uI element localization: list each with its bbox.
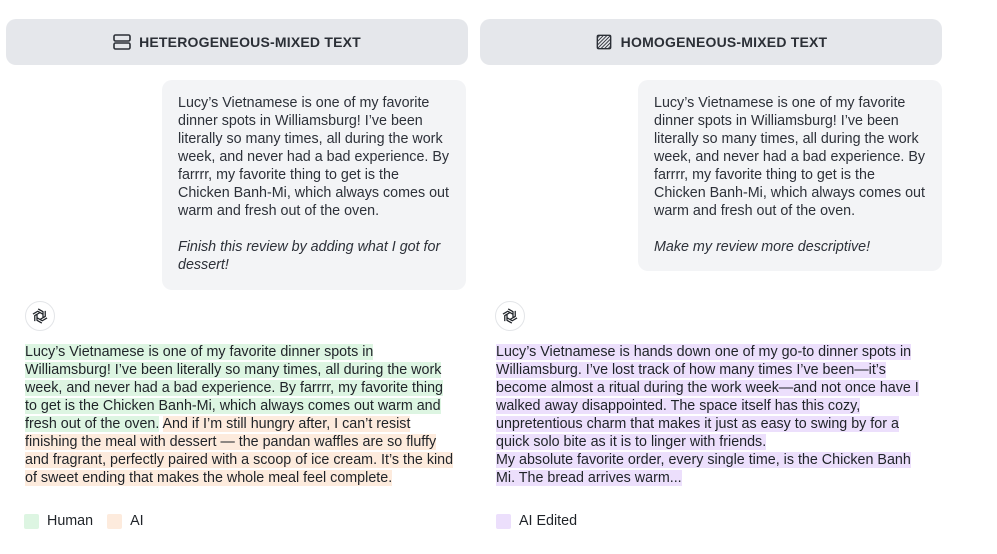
legend-label-ai-edited: AI Edited	[519, 513, 578, 529]
homogeneous-header: HOMOGENEOUS-MIXED TEXT	[480, 19, 942, 65]
user-prompt: Finish this review by adding what I got …	[178, 239, 441, 273]
assistant-response: Lucy’s Vietnamese is hands down one of m…	[496, 343, 926, 487]
hatched-square-icon	[595, 34, 613, 50]
ai-swatch	[107, 513, 123, 529]
stacked-rows-icon	[113, 34, 131, 50]
header-label: HETEROGENEOUS-MIXED TEXT	[139, 34, 361, 50]
user-message-text: Lucy’s Vietnamese is one of my favorite …	[178, 95, 450, 219]
chatgpt-logo-icon	[495, 301, 525, 331]
heterogeneous-header: HETEROGENEOUS-MIXED TEXT	[6, 19, 468, 65]
ai-edited-swatch	[496, 513, 511, 529]
legend-item-ai: AI	[107, 513, 144, 529]
ai-edited-segment: Lucy’s Vietnamese is hands down one of m…	[496, 344, 919, 450]
legend: Human AI	[24, 513, 158, 529]
user-prompt: Make my review more descriptive!	[654, 239, 871, 255]
user-message-bubble: Lucy’s Vietnamese is one of my favorite …	[638, 80, 942, 271]
ai-edited-segment: My absolute favorite order, every single…	[496, 452, 911, 486]
chatgpt-logo-icon	[25, 301, 55, 331]
user-message-text: Lucy’s Vietnamese is one of my favorite …	[654, 95, 926, 219]
legend-label-human: Human	[47, 513, 94, 529]
user-message-bubble: Lucy’s Vietnamese is one of my favorite …	[162, 80, 466, 290]
assistant-response: Lucy’s Vietnamese is one of my favorite …	[25, 343, 455, 487]
header-label: HOMOGENEOUS-MIXED TEXT	[620, 34, 828, 50]
legend: AI Edited	[496, 513, 591, 529]
legend-label-ai: AI	[130, 513, 144, 529]
human-swatch	[24, 513, 39, 529]
legend-item-human: Human	[24, 513, 93, 529]
legend-item-ai-edited: AI Edited	[496, 513, 577, 529]
